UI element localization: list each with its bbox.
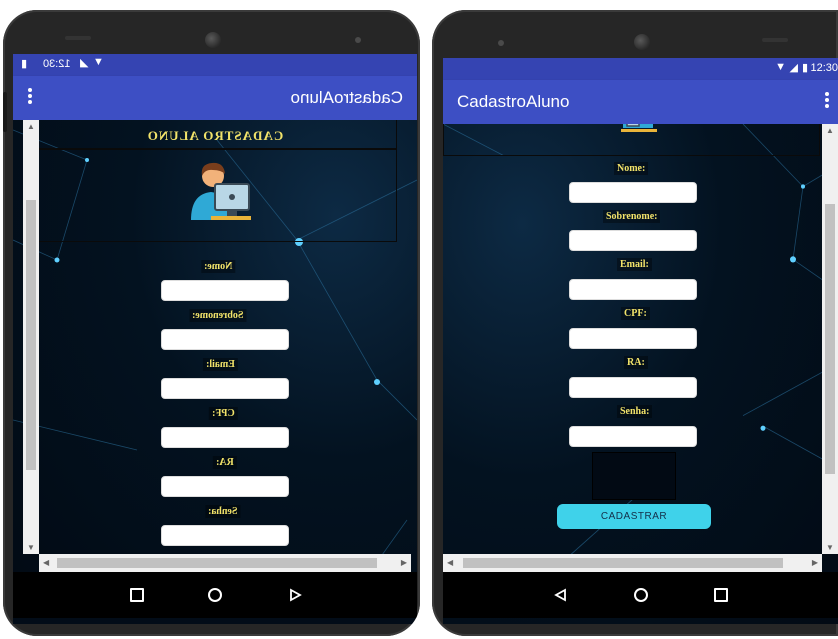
left-screen: 12:30 ▮ ◢ ▼ CadastroAluno CADASTRO ALUNO… (13, 54, 417, 624)
scroll-thumb[interactable] (57, 558, 377, 568)
triangle-back-icon[interactable] (275, 572, 315, 618)
scroll-right-icon[interactable]: ▶ (401, 558, 407, 567)
glow-node (374, 379, 380, 385)
square-recent-icon[interactable] (701, 572, 741, 618)
triangle-back-icon[interactable] (541, 572, 581, 618)
form-content: Nome: Sobrenome: Email: CPF: RA: Senha: … (443, 124, 838, 624)
scroll-down-icon[interactable]: ▼ (826, 543, 834, 552)
status-bar: ▼ ◢ ▮ 12:30 (443, 58, 838, 80)
field-label: Senha: (617, 405, 653, 418)
signal-icon: ◢ (789, 62, 798, 74)
scroll-thumb[interactable] (26, 200, 36, 470)
student-computer-icon (191, 162, 251, 220)
nome-input[interactable] (161, 280, 289, 301)
front-camera (205, 32, 221, 48)
app-bar: CadastroAluno (443, 80, 838, 124)
sensor-dot (355, 37, 361, 43)
circle-home-icon[interactable] (195, 572, 235, 618)
student-computer-icon (621, 124, 657, 132)
app-bar: CadastroAluno (13, 76, 417, 120)
circle-home-icon[interactable] (621, 572, 661, 618)
field-label: Nome: (614, 162, 649, 175)
scroll-thumb[interactable] (463, 558, 783, 568)
scroll-left-icon[interactable]: ◀ (447, 558, 453, 567)
field-label: RA: (213, 456, 237, 469)
empty-image-box (592, 452, 676, 500)
scroll-down-icon[interactable]: ▼ (27, 543, 35, 552)
sobrenome-input[interactable] (569, 230, 697, 251)
field-label: Senha: (205, 505, 241, 518)
scroll-up-icon[interactable]: ▲ (27, 122, 35, 131)
scroll-right-icon[interactable]: ▶ (812, 558, 818, 567)
horizontal-scrollbar[interactable]: ◀ ▶ (443, 554, 822, 572)
status-time: 12:30 (810, 62, 838, 74)
ra-input[interactable] (569, 377, 697, 398)
sensor-dot (498, 40, 504, 46)
signal-icon: ◢ (80, 57, 89, 69)
field-label: Email: (203, 358, 238, 371)
cpf-input[interactable] (569, 328, 697, 349)
senha-input[interactable] (161, 525, 289, 546)
app-title: CadastroAluno (457, 92, 570, 111)
right-phone-frame: ▼ ◢ ▮ 12:30 CadastroAluno Nome: Sobrenom… (432, 10, 838, 636)
glow-node (790, 256, 796, 263)
volume-button (3, 92, 7, 132)
sobrenome-input[interactable] (161, 329, 289, 350)
battery-icon: ▮ (801, 62, 808, 74)
glow-node (760, 425, 766, 431)
form-header-title: CADASTRO ALUNO (146, 128, 284, 143)
speaker-grille (65, 36, 91, 40)
field-label: Sobrenome: (603, 210, 661, 223)
system-nav-bar (13, 572, 417, 618)
horizontal-scrollbar[interactable]: ◀ ▶ (39, 554, 411, 572)
field-label: Email: (617, 258, 652, 271)
vertical-scrollbar[interactable]: ▲ ▼ (822, 124, 838, 554)
wifi-icon: ▼ (93, 56, 104, 68)
more-vert-icon[interactable] (820, 90, 834, 112)
more-vert-icon[interactable] (23, 86, 37, 108)
scroll-left-icon[interactable]: ◀ (43, 558, 49, 567)
square-recent-icon[interactable] (117, 572, 157, 618)
wifi-icon: ▼ (775, 61, 786, 73)
speaker-grille (762, 38, 788, 42)
front-camera (634, 34, 650, 50)
field-label: RA: (624, 356, 648, 369)
battery-icon: ▮ (21, 58, 28, 70)
glow-node (54, 257, 60, 263)
field-label: Nome: (201, 260, 236, 273)
email-input[interactable] (161, 378, 289, 399)
cpf-input[interactable] (161, 427, 289, 448)
ra-input[interactable] (161, 476, 289, 497)
scroll-thumb[interactable] (825, 204, 835, 474)
field-label: CPF: (209, 407, 238, 420)
left-phone-frame: 12:30 ▮ ◢ ▼ CadastroAluno CADASTRO ALUNO… (3, 10, 420, 636)
nome-input[interactable] (569, 182, 697, 203)
system-nav-bar (443, 572, 838, 618)
right-screen: ▼ ◢ ▮ 12:30 CadastroAluno Nome: Sobrenom… (443, 58, 838, 624)
cadastrar-button[interactable]: CADASTRAR (557, 504, 711, 529)
field-label: Sobrenome: (189, 309, 247, 322)
app-title: CadastroAluno (290, 88, 403, 107)
status-time: 12:30 (43, 58, 71, 70)
vertical-scrollbar[interactable]: ▲ ▼ (23, 120, 39, 554)
field-label: CPF: (621, 307, 650, 320)
senha-input[interactable] (569, 426, 697, 447)
mirrored-content: 12:30 ▮ ◢ ▼ CadastroAluno CADASTRO ALUNO (13, 54, 417, 600)
scroll-up-icon[interactable]: ▲ (826, 126, 834, 135)
glow-node (801, 184, 805, 189)
email-input[interactable] (569, 279, 697, 300)
status-bar: 12:30 ▮ ◢ ▼ (13, 54, 417, 76)
